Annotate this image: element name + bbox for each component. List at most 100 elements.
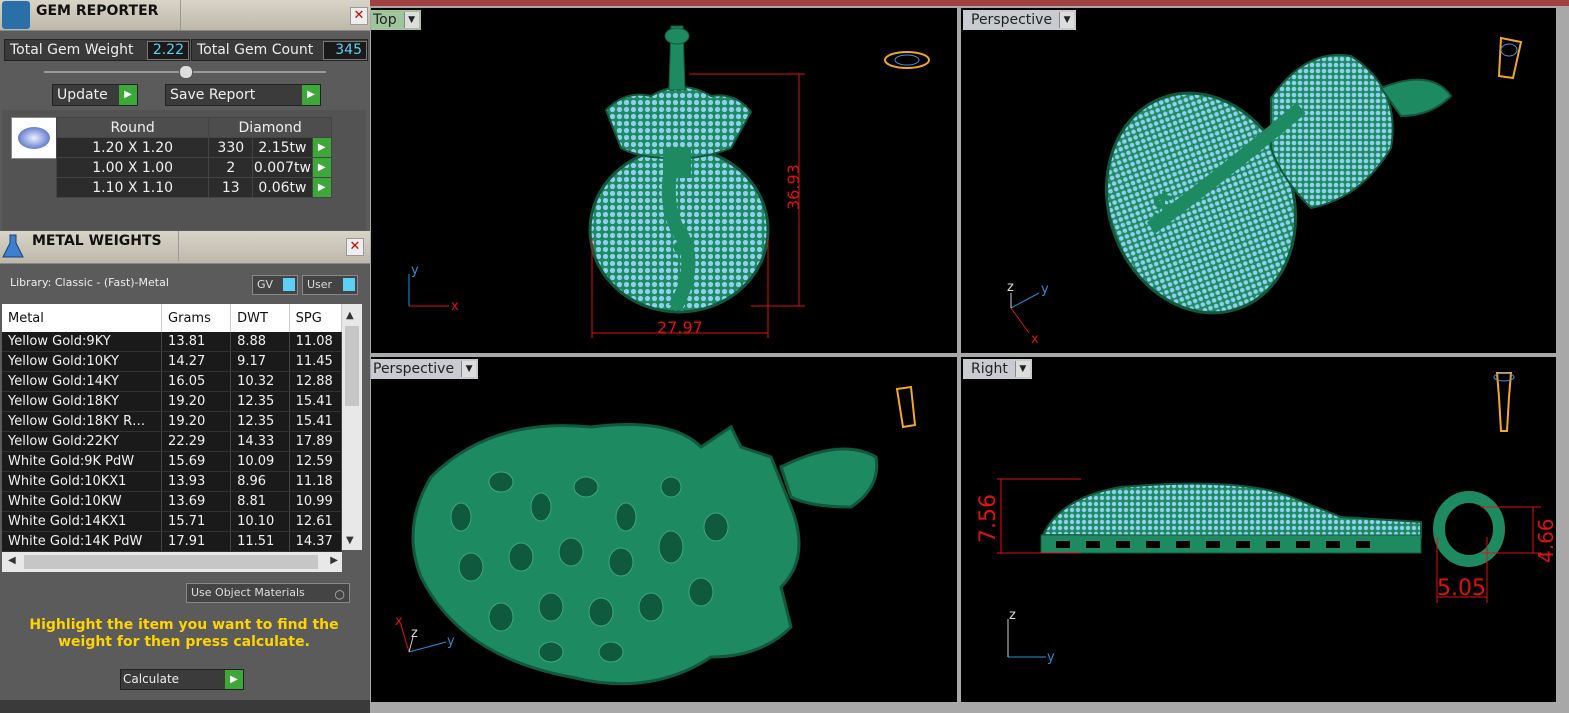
update-button[interactable]: Update ▶ <box>52 84 138 106</box>
metal-table-header: Metal Grams DWT SPG <box>2 304 343 332</box>
scroll-right-icon[interactable]: ▶ <box>330 555 338 566</box>
library-label: Library: Classic - (Fast)-Metal <box>10 276 169 289</box>
metal-grams: 13.81 <box>161 332 232 352</box>
right-view-model: 7.56 4.66 5.05 y z <box>976 372 1556 665</box>
gem-slider-handle[interactable] <box>179 65 193 79</box>
svg-text:x: x <box>451 299 459 314</box>
user-label: User <box>307 278 333 291</box>
metal-name: White Gold:10KX1 <box>2 471 163 492</box>
svg-text:x: x <box>395 614 403 629</box>
panel-footer <box>0 700 370 713</box>
play-icon[interactable]: ▶ <box>311 157 333 178</box>
gem-size: 1.00 X 1.00 <box>55 157 210 178</box>
metal-grams: 14.27 <box>161 351 232 372</box>
metal-row[interactable]: Yellow Gold:18KY R… 19.20 12.35 15.41 <box>2 411 343 432</box>
perspective-model: $ x y z <box>1007 36 1523 347</box>
scroll-up-icon[interactable]: ▲ <box>346 310 354 321</box>
metal-row[interactable]: White Gold:10KW 13.69 8.81 10.99 <box>2 491 343 512</box>
metal-dwt: 8.96 <box>230 471 290 492</box>
dwt-column-header[interactable]: DWT <box>230 304 290 332</box>
metal-dwt: 12.35 <box>230 411 290 432</box>
play-icon[interactable]: ▶ <box>311 137 333 158</box>
dim-width: 27.97 <box>657 318 703 337</box>
viewport-right[interactable]: Right ▼ 7.56 4.66 5.05 y z <box>961 357 1556 702</box>
viewport-perspective-bottom-left[interactable]: Perspective ▼ x y z <box>371 357 957 702</box>
toggle-indicator-icon <box>283 278 295 291</box>
metal-row[interactable]: Yellow Gold:14KY 16.05 10.32 12.88 <box>2 371 343 392</box>
metal-spg: 12.88 <box>289 371 343 392</box>
round-gem-icon[interactable] <box>11 117 57 159</box>
metal-grams: 15.69 <box>161 451 232 472</box>
dim-height: 36.93 <box>784 164 803 210</box>
metal-grams: 16.05 <box>161 371 232 392</box>
user-toggle[interactable]: User <box>302 275 358 295</box>
metal-dwt: 10.09 <box>230 451 290 472</box>
svg-text:$: $ <box>671 232 695 272</box>
metal-weights-title: METAL WEIGHTS <box>32 233 162 249</box>
gem-reporter-title: GEM REPORTER <box>36 3 159 19</box>
svg-text:z: z <box>411 626 418 641</box>
metal-name: Yellow Gold:18KY R… <box>2 411 163 432</box>
metal-row[interactable]: Yellow Gold:10KY 14.27 9.17 11.45 <box>2 351 343 372</box>
total-gem-weight-value: 2.22 <box>147 41 189 60</box>
svg-text:$: $ <box>1151 186 1176 227</box>
close-icon[interactable]: ✕ <box>346 238 364 256</box>
scroll-down-icon[interactable]: ▼ <box>346 535 354 546</box>
metal-dwt: 12.35 <box>230 391 290 412</box>
save-report-button[interactable]: Save Report ▶ <box>165 84 321 106</box>
gem-type-header: Diamond <box>208 117 332 138</box>
viewport-perspective-top-right[interactable]: Perspective ▼ $ x y z <box>961 8 1556 353</box>
gv-label: GV <box>257 278 274 291</box>
metal-name: White Gold:14KX1 <box>2 511 163 532</box>
metal-row[interactable]: White Gold:9K PdW 15.69 10.09 12.59 <box>2 451 343 472</box>
viewport-top[interactable]: Top ▼ $ 36.93 27.97 x y <box>371 8 957 353</box>
calculate-button[interactable]: Calculate ▶ <box>120 669 244 690</box>
spg-column-header[interactable]: SPG <box>289 304 343 332</box>
metal-weights-titlebar[interactable]: METAL WEIGHTS ✕ <box>0 231 370 264</box>
metal-name: White Gold:14K PdW <box>2 531 163 552</box>
metal-spg: 15.41 <box>289 411 343 432</box>
scroll-thumb[interactable] <box>24 555 318 569</box>
gem-row[interactable]: 1.00 X 1.00 2 0.007tw ▶ <box>55 157 333 178</box>
grams-column-header[interactable]: Grams <box>161 304 232 332</box>
gem-row[interactable]: 1.10 X 1.10 13 0.06tw ▶ <box>55 177 333 198</box>
metal-spg: 15.41 <box>289 391 343 412</box>
metal-row[interactable]: Yellow Gold:22KY 22.29 14.33 17.89 <box>2 431 343 452</box>
metal-grams: 22.29 <box>161 431 232 452</box>
use-object-materials-toggle[interactable]: Use Object Materials ○ <box>186 583 350 603</box>
metal-grams: 13.69 <box>161 491 232 512</box>
metal-spg: 11.45 <box>289 351 343 372</box>
play-icon: ▶ <box>119 85 137 105</box>
metal-spg: 10.99 <box>289 491 343 512</box>
gem-size: 1.10 X 1.10 <box>55 177 210 198</box>
metal-row[interactable]: White Gold:14K PdW 17.91 11.51 14.37 <box>2 531 343 552</box>
metal-row[interactable]: Yellow Gold:9KY 13.81 8.88 11.08 <box>2 332 343 352</box>
metal-column-header[interactable]: Metal <box>2 304 163 332</box>
svg-text:z: z <box>1007 280 1014 295</box>
horizontal-scrollbar[interactable]: ◀ ▶ <box>2 552 342 572</box>
gem-count: 2 <box>208 157 254 178</box>
metal-spg: 12.59 <box>289 451 343 472</box>
metal-row[interactable]: White Gold:10KX1 13.93 8.96 11.18 <box>2 471 343 492</box>
flask-icon <box>2 233 24 259</box>
calculate-label: Calculate <box>123 672 180 686</box>
gv-toggle[interactable]: GV <box>252 275 298 295</box>
total-gem-weight: Total Gem Weight 2.22 <box>4 39 190 61</box>
metal-row[interactable]: White Gold:14KX1 15.71 10.10 12.61 <box>2 511 343 532</box>
total-gem-count-value: 345 <box>323 41 367 60</box>
gem-row[interactable]: 1.20 X 1.20 330 2.15tw ▶ <box>55 137 333 158</box>
top-strip <box>370 0 1569 6</box>
vertical-scrollbar[interactable]: ▲ ▼ <box>342 304 362 550</box>
metal-spg: 12.61 <box>289 511 343 532</box>
metal-dwt: 14.33 <box>230 431 290 452</box>
radio-icon: ○ <box>334 587 345 601</box>
dim-bail: 4.66 <box>1534 518 1556 563</box>
scroll-thumb[interactable] <box>345 326 359 406</box>
scroll-left-icon[interactable]: ◀ <box>8 555 16 566</box>
play-icon[interactable]: ▶ <box>311 177 333 198</box>
gem-weight: 0.06tw <box>252 177 313 198</box>
gem-reporter-titlebar[interactable]: GEM REPORTER ✕ <box>0 0 372 31</box>
metal-dwt: 8.88 <box>230 332 290 352</box>
close-icon[interactable]: ✕ <box>350 7 368 25</box>
metal-row[interactable]: Yellow Gold:18KY 19.20 12.35 15.41 <box>2 391 343 412</box>
